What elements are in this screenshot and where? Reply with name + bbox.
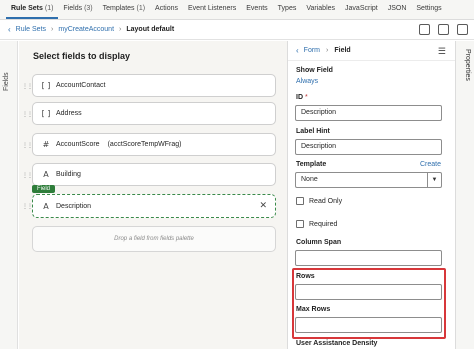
max-rows-input[interactable]	[295, 317, 442, 333]
read-only-checkbox[interactable]: Read Only	[296, 197, 342, 205]
required-checkbox[interactable]: Required	[296, 220, 337, 228]
drag-handle-icon[interactable]: ⋮⋮	[22, 203, 33, 210]
tab-events[interactable]: Events	[241, 0, 272, 19]
hamburger-menu-icon[interactable]: ☰	[438, 46, 446, 57]
user-assistance-density-label: User Assistance Density	[296, 340, 378, 347]
required-label: Required	[309, 220, 338, 228]
field-label: AccountScore	[56, 141, 100, 148]
tab-label: Actions	[155, 5, 179, 12]
tab-settings[interactable]: Settings	[411, 0, 446, 19]
drag-handle-icon[interactable]: ⋮⋮	[22, 83, 33, 90]
open-panel-icon[interactable]	[457, 24, 468, 35]
id-input[interactable]: Description	[295, 105, 442, 121]
breadcrumb: ‹ Rule Sets › myCreateAccount › Layout d…	[0, 20, 474, 40]
template-create-link[interactable]: Create	[420, 161, 441, 168]
read-only-label: Read Only	[309, 197, 343, 205]
checkbox-box[interactable]	[296, 197, 304, 205]
tab-rule-sets[interactable]: Rule Sets (1)	[6, 0, 59, 19]
max-rows-label: Max Rows	[296, 306, 331, 313]
tab-label: Rule Sets	[11, 5, 43, 12]
tab-javascript[interactable]: JavaScript	[340, 0, 383, 19]
field-row-building[interactable]: ⋮⋮ A Building	[22, 163, 276, 186]
close-icon[interactable]: ✕	[259, 200, 267, 211]
tab-label: Templates	[102, 5, 135, 12]
properties-nav-separator: ›	[326, 47, 329, 54]
fields-rail-label: Fields	[3, 72, 10, 91]
tab-count: (3)	[84, 5, 93, 12]
drag-handle-icon[interactable]: ⋮⋮	[22, 142, 33, 149]
properties-rail[interactable]: Properties	[455, 41, 474, 349]
field-label: Description	[56, 202, 92, 210]
tab-actions[interactable]: Actions	[150, 0, 183, 19]
rows-label: Rows	[296, 273, 315, 280]
tab-event-listeners[interactable]: Event Listeners	[183, 0, 241, 19]
tab-count: (1)	[44, 5, 54, 12]
field-row-accountscore[interactable]: ⋮⋮ # AccountScore (acctScoreTempWFrag)	[22, 133, 276, 156]
tab-label: JSON	[387, 5, 407, 12]
top-tab-bar: Rule Sets (1) Fields (3) Templates (1) Acti…	[0, 0, 474, 20]
field-row-description-selected[interactable]: ⋮⋮ A Description ✕	[22, 194, 276, 218]
drag-handle-icon[interactable]: ⋮⋮	[22, 111, 33, 118]
field-template-name: (acctScoreTempWFrag)	[107, 141, 182, 148]
tab-label: JavaScript	[345, 5, 378, 12]
tab-count: (1)	[136, 5, 146, 12]
field-label: Building	[56, 171, 81, 178]
tab-fields[interactable]: Fields (3)	[58, 0, 97, 19]
bracket-field-icon: [ ]	[41, 81, 51, 90]
template-select[interactable]: None ▼	[295, 172, 442, 188]
tab-label: Fields	[63, 5, 83, 12]
tab-label: Events	[246, 5, 268, 12]
text-field-icon: A	[43, 170, 49, 179]
tab-label: Variables	[306, 5, 336, 12]
column-span-label: Column Span	[296, 239, 342, 246]
column-span-input[interactable]	[295, 250, 442, 266]
tab-types[interactable]: Types	[273, 0, 302, 19]
id-label: ID *	[296, 94, 308, 101]
field-row-accountcontact[interactable]: ⋮⋮ [ ] AccountContact	[22, 74, 276, 97]
required-marker: *	[304, 94, 308, 101]
properties-header: ‹ Form › Field ☰	[288, 41, 456, 61]
rows-input[interactable]	[295, 284, 442, 300]
tab-label: Settings	[416, 5, 442, 12]
tab-label: Event Listeners	[188, 5, 237, 12]
show-field-label: Show Field	[296, 67, 333, 74]
label-hint-label: Label Hint	[296, 128, 330, 135]
preview-icon[interactable]	[438, 24, 449, 35]
template-label: Template	[296, 161, 327, 168]
breadcrumb-separator: ›	[51, 26, 54, 33]
show-field-value[interactable]: Always	[296, 78, 318, 85]
field-label: AccountContact	[56, 82, 106, 89]
number-field-icon: #	[42, 140, 50, 149]
text-field-icon: A	[43, 201, 49, 211]
tab-templates[interactable]: Templates (1)	[98, 0, 150, 19]
drag-handle-icon[interactable]: ⋮⋮	[22, 172, 33, 179]
breadcrumb-ruleset-name[interactable]: myCreateAccount	[58, 26, 114, 33]
chevron-left-icon[interactable]: ‹	[8, 25, 11, 34]
bracket-field-icon: [ ]	[41, 109, 51, 118]
field-label: Address	[56, 110, 82, 117]
breadcrumb-rule-sets[interactable]: Rule Sets	[16, 26, 46, 33]
duplicate-icon[interactable]	[419, 24, 430, 35]
tab-variables[interactable]: Variables	[301, 0, 340, 19]
fields-rail[interactable]: Fields	[0, 41, 18, 349]
properties-panel: ‹ Form › Field ☰ Show Field Always ID * …	[287, 41, 456, 349]
properties-nav-current: Field	[334, 47, 351, 54]
canvas-title: Select fields to display	[33, 51, 131, 61]
template-select-value: None	[301, 176, 318, 183]
checkbox-box[interactable]	[296, 220, 304, 228]
tab-label: Types	[277, 5, 297, 12]
breadcrumb-current: Layout default	[126, 26, 175, 33]
breadcrumb-separator: ›	[119, 26, 122, 33]
field-dropzone[interactable]: Drop a field from fields palette	[32, 226, 276, 252]
tab-json[interactable]: JSON	[383, 0, 412, 19]
field-row-address[interactable]: ⋮⋮ [ ] Address	[22, 102, 276, 125]
caret-down-icon[interactable]: ▼	[427, 173, 441, 187]
label-hint-input[interactable]: Description	[295, 139, 442, 155]
selected-field-badge: Field	[32, 185, 56, 193]
properties-nav-form[interactable]: Form	[304, 47, 320, 54]
layout-canvas: Select fields to display ⋮⋮ [ ] AccountC…	[19, 41, 287, 349]
properties-rail-label: Properties	[464, 49, 471, 81]
chevron-left-icon[interactable]: ‹	[296, 46, 299, 55]
toolbar	[419, 24, 468, 35]
